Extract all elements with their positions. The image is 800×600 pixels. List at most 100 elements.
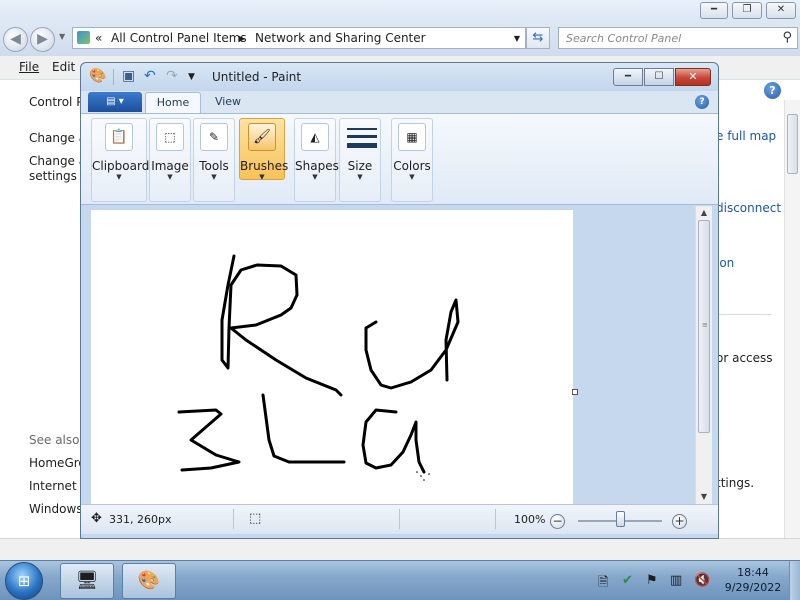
- select-icon: ⬚: [156, 123, 184, 151]
- paint-window: 🎨 ▣ ↶ ↷ ▼ Untitled - Paint ━ ☐ ✕ ▤ ▾ Hom…: [80, 62, 719, 539]
- explorer-scrollbar[interactable]: [784, 100, 800, 542]
- size-label: Size: [347, 159, 373, 173]
- tab-home[interactable]: Home: [145, 92, 201, 114]
- system-clock[interactable]: 18:44 9/29/2022: [722, 565, 784, 597]
- clipboard-icon: 📋: [105, 123, 133, 151]
- explorer-scrollbar-thumb[interactable]: [787, 114, 798, 174]
- nav-homegroup[interactable]: HomeGro: [29, 456, 86, 470]
- taskbar-paint-button[interactable]: 🎨: [122, 563, 176, 599]
- explorer-minimize-button[interactable]: ━: [700, 2, 728, 19]
- paint-app-icon[interactable]: 🎨: [89, 68, 106, 84]
- scrollbar-grip-icon: ≡: [702, 321, 708, 329]
- colors-label: Colors: [393, 159, 431, 173]
- refresh-icon[interactable]: ⇆: [526, 27, 550, 49]
- paint-menu-button[interactable]: ▤ ▾: [88, 92, 142, 112]
- scroll-down-icon[interactable]: ▼: [696, 490, 712, 504]
- paint-minimize-button[interactable]: ━: [613, 68, 643, 86]
- chevron-down-icon: ▼: [312, 173, 318, 181]
- breadcrumb-network-and-sharing-center[interactable]: Network and Sharing Center: [255, 31, 426, 45]
- size-group[interactable]: Size ▼: [339, 118, 381, 202]
- zoom-in-button[interactable]: +: [672, 514, 687, 529]
- canvas-resize-handle[interactable]: [572, 389, 578, 395]
- paint-help-icon[interactable]: ?: [695, 95, 709, 109]
- shapes-icon: ◭: [301, 123, 329, 151]
- search-placeholder: Search Control Panel: [566, 32, 682, 45]
- search-box[interactable]: Search Control Panel ⚲: [558, 27, 798, 49]
- canvas-workspace[interactable]: [81, 206, 718, 504]
- network-icon[interactable]: ▥: [670, 573, 682, 588]
- drawing-canvas[interactable]: [91, 210, 573, 504]
- cursor-position-icon: ✥: [91, 511, 102, 526]
- back-button[interactable]: ◀: [3, 27, 28, 52]
- tools-group[interactable]: ✎ Tools ▼: [193, 118, 235, 202]
- customize-quick-access-icon[interactable]: ▼: [188, 72, 195, 82]
- explorer-close-button[interactable]: ✕: [766, 2, 796, 19]
- redo-icon[interactable]: ↷: [166, 68, 178, 84]
- canvas-scrollbar-thumb[interactable]: ≡: [698, 220, 710, 433]
- see-also-heading: See also: [29, 433, 80, 447]
- quick-access-divider: [113, 69, 114, 85]
- action-center-flag-icon[interactable]: ⚑: [646, 573, 658, 588]
- chevron-down-icon: ▼: [259, 173, 265, 181]
- volume-muted-icon[interactable]: 🔇: [694, 573, 710, 588]
- tools-icon: ✎: [200, 123, 228, 151]
- stroke-letter-s: [177, 408, 241, 472]
- menu-edit[interactable]: Edit: [52, 60, 75, 74]
- show-desktop-button[interactable]: [789, 561, 800, 600]
- breadcrumb-overflow[interactable]: «: [95, 31, 102, 45]
- status-divider: [233, 509, 234, 529]
- see-full-map-link[interactable]: e full map: [716, 129, 776, 143]
- stroke-letter-r: [220, 254, 343, 397]
- notification-icon[interactable]: 🗎: [598, 573, 608, 595]
- explorer-status-bar: [0, 538, 800, 560]
- nav-change-adapter[interactable]: Change a: [29, 131, 86, 145]
- nav-control-panel-home[interactable]: Control P: [29, 95, 83, 109]
- address-dropdown-icon[interactable]: ▼: [514, 34, 520, 43]
- explorer-content-pane: e full map disconnect ion or access ttin…: [716, 81, 786, 541]
- taskbar-control-panel-button[interactable]: 🖥: [60, 563, 114, 599]
- status-divider: [399, 509, 400, 529]
- paint-close-button[interactable]: ✕: [675, 68, 711, 86]
- paint-maximize-button[interactable]: ☐: [644, 68, 674, 86]
- nav-windows-firewall[interactable]: Windows: [29, 502, 83, 516]
- nav-change-advanced-settings[interactable]: settings: [29, 169, 77, 183]
- shapes-group[interactable]: ◭ Shapes ▼: [294, 118, 339, 202]
- zoom-out-button[interactable]: −: [550, 514, 565, 529]
- connect-disconnect-link[interactable]: disconnect: [716, 201, 781, 215]
- recent-pages-chevron-icon[interactable]: ▼: [59, 32, 65, 41]
- paint-status-bar: ✥ 331, 260px ⬚ 100% − +: [81, 504, 718, 534]
- explorer-maximize-button[interactable]: ❐: [732, 2, 762, 19]
- brushes-group[interactable]: 🖌 Brushes ▼: [239, 118, 288, 181]
- breadcrumb-all-control-panel-items[interactable]: All Control Panel Items: [111, 31, 247, 45]
- clock-time: 18:44: [737, 566, 769, 579]
- search-icon[interactable]: ⚲: [782, 30, 792, 45]
- scroll-up-icon[interactable]: ▲: [696, 206, 712, 220]
- settings-text: ttings.: [716, 476, 755, 490]
- explorer-left-pane: Control P Change a Change a settings See…: [0, 81, 89, 541]
- paint-title-bar: 🎨 ▣ ↶ ↷ ▼ Untitled - Paint ━ ☐ ✕: [81, 63, 718, 91]
- image-group[interactable]: ⬚ Image ▼: [149, 118, 191, 202]
- start-button[interactable]: ⊞: [5, 562, 43, 600]
- shapes-label: Shapes: [295, 159, 339, 173]
- breadcrumb-separator-icon[interactable]: ▶: [239, 34, 245, 43]
- colors-group[interactable]: ▦ Colors ▼: [391, 118, 433, 202]
- clipboard-label: Clipboard: [92, 159, 150, 173]
- image-label: Image: [151, 159, 189, 173]
- chevron-down-icon: ▼: [167, 173, 173, 181]
- address-bar[interactable]: « All Control Panel Items ▶ Network and …: [72, 27, 526, 49]
- stroke-letter-a: [361, 408, 426, 474]
- ribbon-home-panel: 📋 Clipboard ▼ ⬚ Image ▼ ✎ Tools ▼ 🖌 Brus…: [81, 113, 718, 205]
- menu-file[interactable]: File: [19, 60, 39, 74]
- undo-icon[interactable]: ↶: [144, 68, 156, 84]
- canvas-vertical-scrollbar[interactable]: ▲ ≡ ▼: [695, 206, 712, 504]
- tab-view[interactable]: View: [203, 92, 253, 114]
- clipboard-group[interactable]: 📋 Clipboard ▼: [91, 118, 150, 202]
- forward-button[interactable]: ▶: [30, 27, 55, 52]
- nav-change-advanced[interactable]: Change a: [29, 154, 86, 168]
- paint-window-title: Untitled - Paint: [212, 70, 302, 84]
- zoom-slider-thumb[interactable]: [615, 511, 625, 527]
- security-icon[interactable]: ✔: [622, 573, 633, 588]
- save-icon[interactable]: ▣: [122, 68, 135, 84]
- taskbar: ⊞ 🖥 🎨 🗎 ✔ ⚑ ▥ 🔇 18:44 9/29/2022: [0, 560, 800, 600]
- chevron-down-icon: ▼: [409, 173, 415, 181]
